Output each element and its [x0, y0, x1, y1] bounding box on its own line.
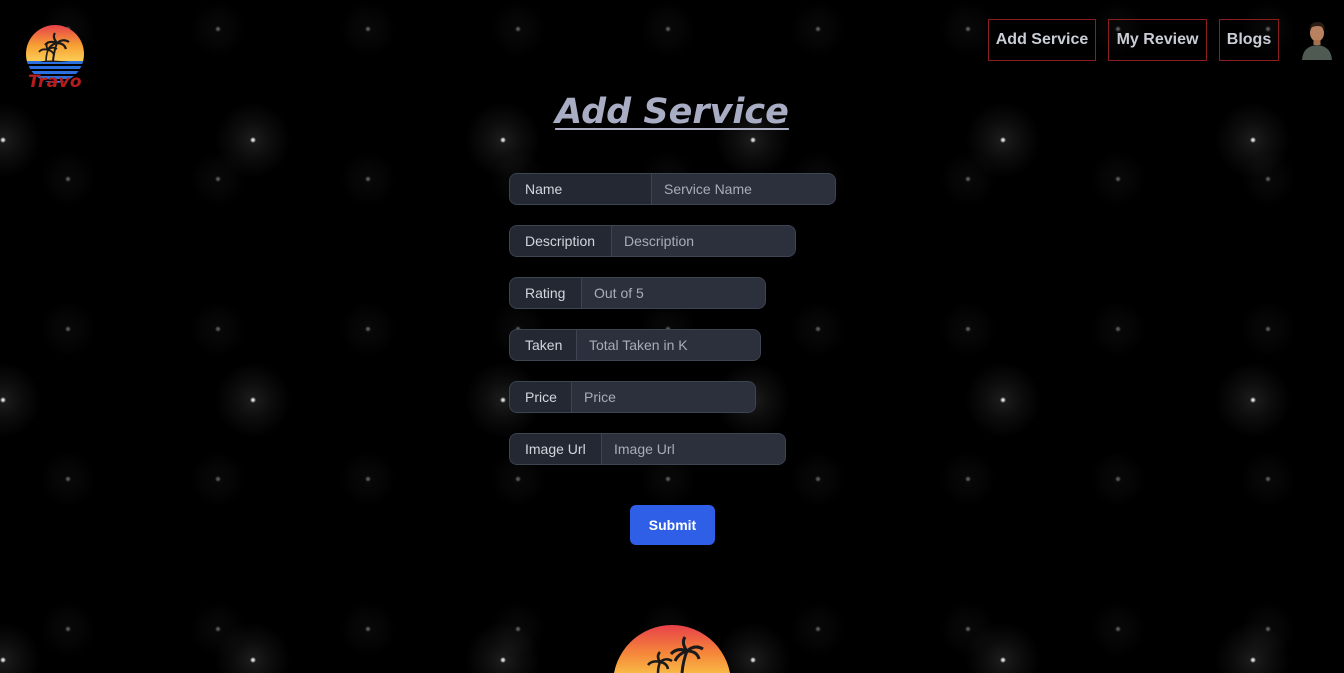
- taken-input[interactable]: [577, 330, 760, 360]
- nav-blogs-button[interactable]: Blogs: [1219, 19, 1279, 61]
- image-url-field-group: Image Url: [509, 433, 786, 465]
- nav-add-service-button[interactable]: Add Service: [988, 19, 1096, 61]
- page-title: Add Service: [555, 92, 789, 132]
- nav-my-review-button[interactable]: My Review: [1108, 19, 1207, 61]
- brand-name[interactable]: Travo: [28, 72, 82, 92]
- taken-label: Taken: [510, 330, 577, 360]
- image-url-label: Image Url: [510, 434, 602, 464]
- rating-input[interactable]: [582, 278, 765, 308]
- rating-label: Rating: [510, 278, 582, 308]
- user-avatar[interactable]: [1300, 20, 1334, 60]
- footer-sunset-palm-logo-icon: [613, 625, 731, 673]
- image-url-input[interactable]: [602, 434, 785, 464]
- price-input[interactable]: [572, 382, 755, 412]
- taken-field-group: Taken: [509, 329, 761, 361]
- submit-button[interactable]: Submit: [630, 505, 715, 545]
- rating-field-group: Rating: [509, 277, 766, 309]
- name-field-group: Name: [509, 173, 836, 205]
- description-field-group: Description: [509, 225, 796, 257]
- price-label: Price: [510, 382, 572, 412]
- price-field-group: Price: [509, 381, 756, 413]
- description-label: Description: [510, 226, 612, 256]
- name-input[interactable]: [652, 174, 835, 204]
- description-input[interactable]: [612, 226, 795, 256]
- name-label: Name: [510, 174, 652, 204]
